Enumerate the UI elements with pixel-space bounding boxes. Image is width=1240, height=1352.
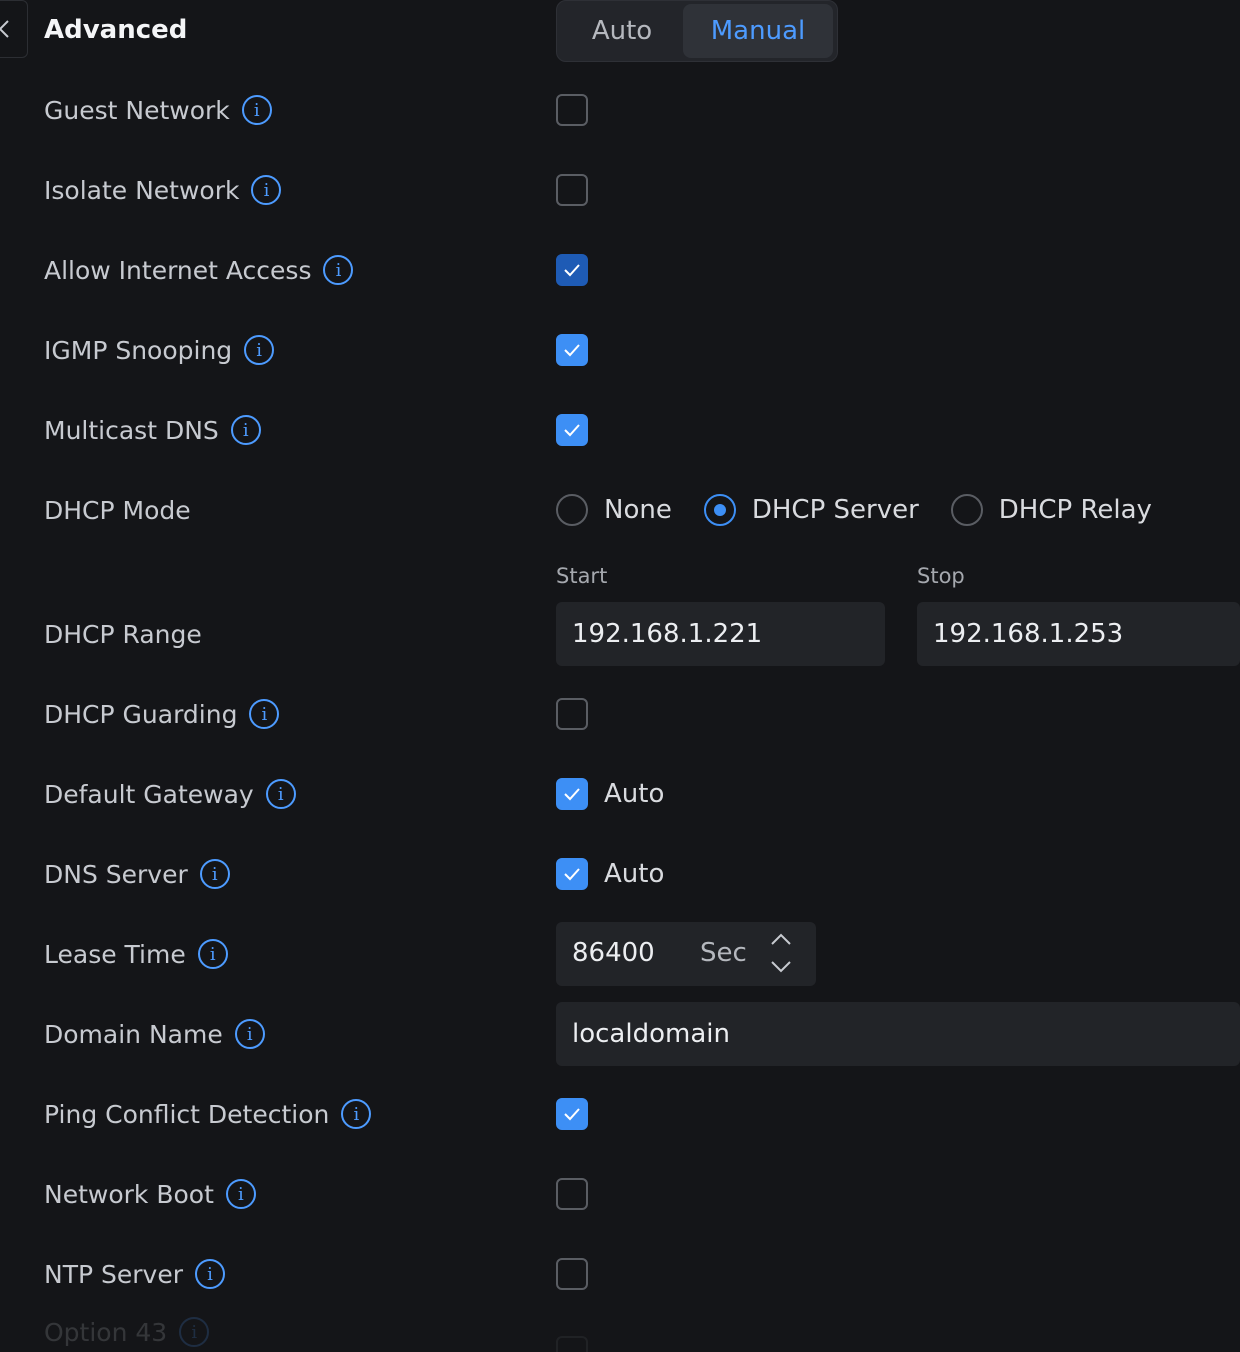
info-icon[interactable]: i <box>197 939 228 969</box>
mode-toggle: Auto Manual <box>556 0 838 62</box>
info-icon[interactable]: i <box>199 859 230 889</box>
allow-internet-access-row: Allow Internet Access i <box>44 250 354 290</box>
info-icon[interactable]: i <box>241 95 272 125</box>
dns-server-auto-label[interactable]: Auto <box>604 858 664 890</box>
mode-option-manual[interactable]: Manual <box>683 4 833 58</box>
lease-time-stepper[interactable]: 86400 Sec <box>556 922 816 986</box>
chevron-left-icon <box>0 20 9 38</box>
multicast-dns-label: Multicast DNS <box>44 415 219 445</box>
lease-time-unit: Sec <box>700 938 747 968</box>
info-icon[interactable]: i <box>323 255 354 285</box>
dns-server-auto-checkbox[interactable] <box>556 858 588 890</box>
guest-network-label: Guest Network <box>44 95 230 125</box>
domain-name-row: Domain Name i <box>44 1014 265 1054</box>
advanced-settings-panel: Advanced Auto Manual Guest Network i Iso… <box>0 0 1240 1352</box>
ping-conflict-detection-row: Ping Conflict Detection i <box>44 1094 372 1134</box>
isolate-network-row: Isolate Network i <box>44 170 282 210</box>
isolate-network-label: Isolate Network <box>44 175 240 205</box>
checkmark-icon <box>564 424 580 437</box>
dhcp-mode-row: DHCP Mode <box>44 490 191 530</box>
dhcp-range-start-caption: Start <box>556 564 608 588</box>
info-icon[interactable]: i <box>225 1179 256 1209</box>
dhcp-mode-label: DHCP Mode <box>44 495 191 525</box>
dhcp-range-stop-input[interactable]: 192.168.1.253 <box>917 602 1240 666</box>
info-icon[interactable]: i <box>265 779 296 809</box>
page-title: Advanced <box>44 15 188 45</box>
dhcp-guarding-label: DHCP Guarding <box>44 699 238 729</box>
ping-conflict-detection-checkbox[interactable] <box>556 1098 588 1130</box>
dhcp-guarding-row: DHCP Guarding i <box>44 694 280 734</box>
info-icon[interactable]: i <box>234 1019 265 1049</box>
guest-network-row: Guest Network i <box>44 90 272 130</box>
info-icon[interactable]: i <box>251 175 282 205</box>
dhcp-range-stop-caption: Stop <box>917 564 965 588</box>
igmp-snooping-row: IGMP Snooping i <box>44 330 275 370</box>
ping-conflict-detection-label: Ping Conflict Detection <box>44 1099 330 1129</box>
dhcp-mode-radio-none[interactable] <box>556 494 588 526</box>
default-gateway-auto-label[interactable]: Auto <box>604 778 664 810</box>
lease-time-row: Lease Time i <box>44 934 228 974</box>
info-icon[interactable]: i <box>230 415 261 445</box>
dhcp-mode-radio-relay[interactable] <box>950 494 983 526</box>
checkmark-icon <box>564 264 580 277</box>
multicast-dns-checkbox[interactable] <box>556 414 588 446</box>
lease-time-value[interactable]: 86400 <box>572 938 655 968</box>
ntp-server-label: NTP Server <box>44 1259 183 1289</box>
default-gateway-row: Default Gateway i <box>44 774 296 814</box>
allow-internet-access-label: Allow Internet Access <box>44 255 312 285</box>
checkmark-icon <box>564 344 580 357</box>
option-43-checkbox[interactable] <box>556 1336 588 1352</box>
igmp-snooping-label: IGMP Snooping <box>44 335 233 365</box>
dhcp-range-start-input[interactable]: 192.168.1.221 <box>556 602 885 666</box>
ntp-server-checkbox[interactable] <box>556 1258 588 1290</box>
info-icon[interactable]: i <box>341 1099 372 1129</box>
info-icon[interactable]: i <box>179 1317 210 1347</box>
default-gateway-auto-checkbox[interactable] <box>556 778 588 810</box>
info-icon[interactable]: i <box>194 1259 225 1289</box>
mode-option-auto[interactable]: Auto <box>561 4 683 58</box>
checkmark-icon <box>564 1108 580 1121</box>
info-icon[interactable]: i <box>249 699 280 729</box>
network-boot-checkbox[interactable] <box>556 1178 588 1210</box>
network-boot-row: Network Boot i <box>44 1174 256 1214</box>
ntp-server-row: NTP Server i <box>44 1254 225 1294</box>
dhcp-mode-radio-none-label[interactable]: None <box>604 495 672 525</box>
dhcp-guarding-checkbox[interactable] <box>556 698 588 730</box>
option-43-label: Option 43 <box>44 1317 168 1347</box>
dhcp-range-row: DHCP Range <box>44 614 202 654</box>
domain-name-input[interactable]: localdomain <box>556 1002 1240 1066</box>
dhcp-mode-radio-server-label[interactable]: DHCP Server <box>752 495 919 525</box>
chevron-down-icon[interactable] <box>770 960 792 974</box>
checkmark-icon <box>564 788 580 801</box>
dns-server-row: DNS Server i <box>44 854 230 894</box>
dhcp-mode-radio-server[interactable] <box>703 494 736 526</box>
domain-name-label: Domain Name <box>44 1019 223 1049</box>
network-boot-label: Network Boot <box>44 1179 214 1209</box>
igmp-snooping-checkbox[interactable] <box>556 334 588 366</box>
isolate-network-checkbox[interactable] <box>556 174 588 206</box>
allow-internet-access-checkbox[interactable] <box>556 254 588 286</box>
option-43-row: Option 43 i <box>44 1312 210 1352</box>
info-icon[interactable]: i <box>244 335 275 365</box>
dhcp-mode-radio-relay-label[interactable]: DHCP Relay <box>999 495 1152 525</box>
default-gateway-label: Default Gateway <box>44 779 254 809</box>
chevron-up-icon[interactable] <box>770 932 792 946</box>
dns-server-label: DNS Server <box>44 859 188 889</box>
multicast-dns-row: Multicast DNS i <box>44 410 261 450</box>
back-button[interactable] <box>0 0 28 58</box>
lease-time-label: Lease Time <box>44 939 186 969</box>
guest-network-checkbox[interactable] <box>556 94 588 126</box>
checkmark-icon <box>564 868 580 881</box>
dhcp-range-label: DHCP Range <box>44 619 202 649</box>
dhcp-mode-radio-group: None DHCP Server DHCP Relay <box>556 492 1152 528</box>
